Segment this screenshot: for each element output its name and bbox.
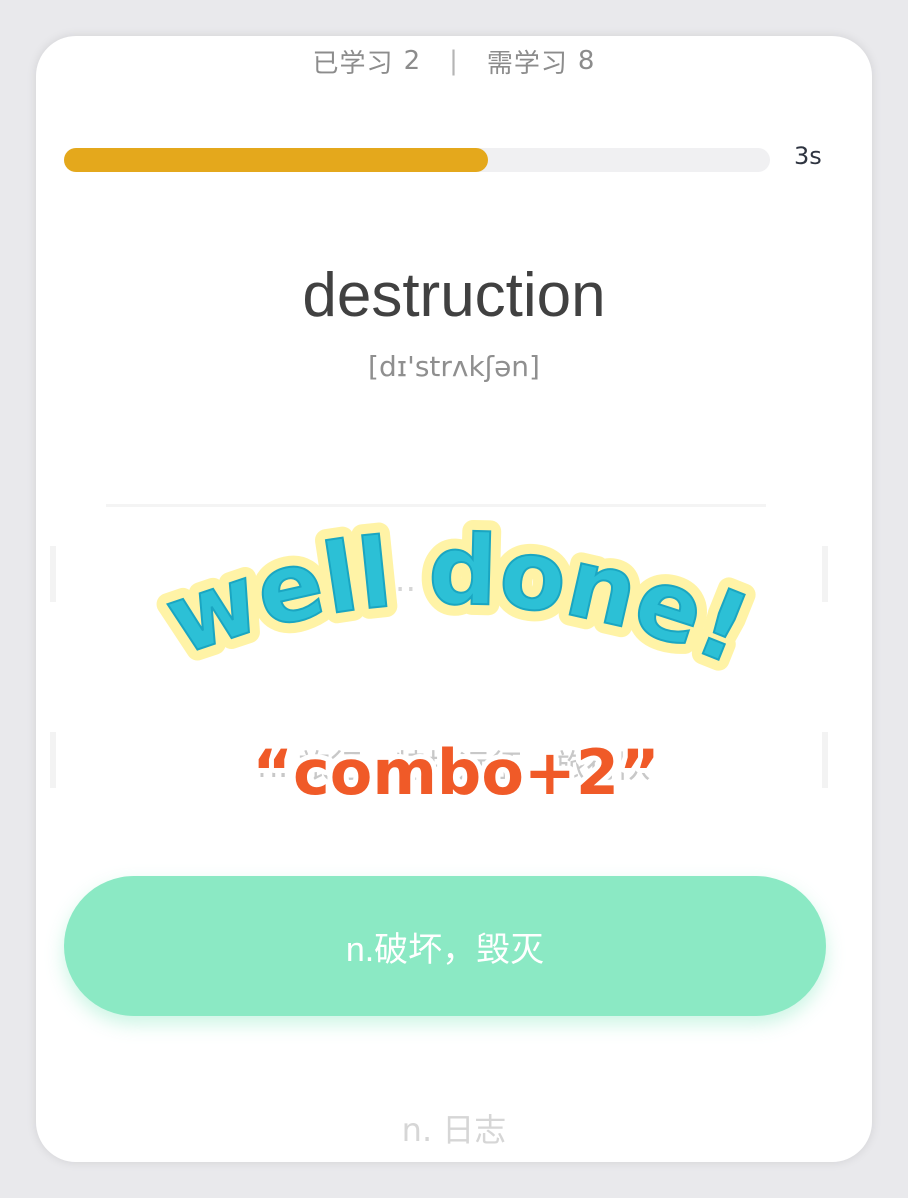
quiz-card: 已学习 2 | 需学习 8 3s destruction [dɪ'strʌkʃə… <box>36 36 872 1162</box>
vocab-word: destruction <box>302 261 606 330</box>
countdown-progress-bar <box>64 148 770 172</box>
study-stats: 已学习 2 | 需学习 8 <box>36 39 872 83</box>
remaining-count: 8 <box>577 46 596 76</box>
remaining-label: 需学习 <box>486 48 568 79</box>
option-edge <box>50 732 56 788</box>
answer-option-1[interactable]: n. 信… 可… 可信性 <box>64 536 844 620</box>
option-divider <box>106 504 766 507</box>
countdown-progress-fill <box>64 148 488 172</box>
learned-label: 已学习 <box>312 48 394 79</box>
answer-option-2-label: n. 旅行，特指远征，旅行队 <box>257 747 651 785</box>
remaining-stat: 需学习 8 <box>487 43 596 80</box>
answer-option-4-label: n. 日志 <box>401 1111 507 1149</box>
countdown-timer: 3s <box>794 142 822 170</box>
option-edge <box>50 546 56 602</box>
answer-option-correct-label: n.破坏，毁灭 <box>345 930 545 969</box>
answer-option-2[interactable]: n. 旅行，特指远征，旅行队 <box>64 722 844 806</box>
vocab-phonetic: [dɪ'strʌkʃən] <box>368 350 540 383</box>
learned-count: 2 <box>403 46 422 76</box>
screen-frame: 已学习 2 | 需学习 8 3s destruction [dɪ'strʌkʃə… <box>0 0 908 1198</box>
answer-option-correct[interactable]: n.破坏，毁灭 <box>64 876 826 1016</box>
learned-stat: 已学习 2 <box>313 43 422 80</box>
answer-option-4[interactable]: n. 日志 <box>64 1086 844 1162</box>
stats-separator: | <box>449 46 459 76</box>
answer-option-1-label: n. 信… 可… 可信性 <box>311 561 597 599</box>
